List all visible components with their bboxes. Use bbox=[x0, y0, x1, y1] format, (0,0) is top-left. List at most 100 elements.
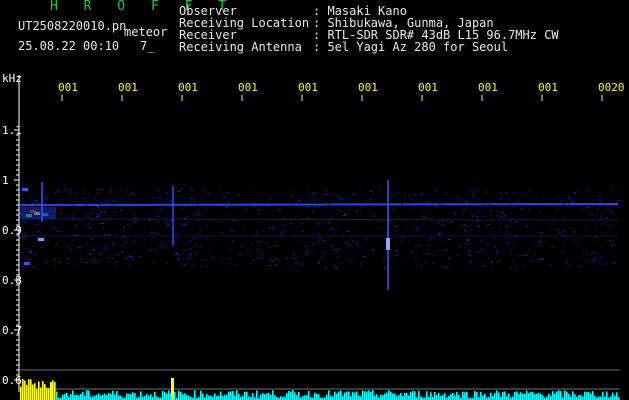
noise-speckle bbox=[123, 229, 126, 231]
histogram-bar bbox=[396, 396, 398, 400]
noise-speckle bbox=[87, 244, 90, 246]
noise-speckle bbox=[21, 204, 24, 206]
noise-speckle bbox=[492, 227, 495, 229]
noise-speckle bbox=[471, 189, 474, 191]
noise-speckle bbox=[490, 216, 493, 218]
noise-speckle bbox=[91, 212, 94, 214]
noise-speckle bbox=[28, 258, 31, 260]
histogram-bar bbox=[420, 396, 422, 400]
noise-speckle bbox=[127, 188, 130, 190]
histogram-bar bbox=[458, 394, 460, 400]
noise-speckle bbox=[165, 201, 168, 203]
noise-speckle bbox=[217, 190, 220, 192]
noise-speckle bbox=[491, 231, 494, 233]
histogram-bar bbox=[518, 394, 520, 400]
noise-speckle bbox=[204, 207, 207, 209]
noise-speckle bbox=[403, 196, 406, 198]
noise-speckle bbox=[209, 239, 212, 241]
noise-speckle bbox=[542, 258, 545, 260]
noise-speckle bbox=[216, 213, 219, 215]
noise-speckle bbox=[465, 200, 468, 202]
noise-speckle bbox=[60, 207, 63, 209]
noise-speckle bbox=[146, 203, 149, 205]
noise-speckle bbox=[599, 215, 602, 217]
noise-speckle bbox=[548, 229, 551, 231]
noise-speckle bbox=[513, 192, 516, 194]
noise-speckle bbox=[143, 244, 146, 246]
histogram-bar bbox=[328, 390, 330, 400]
noise-speckle bbox=[372, 215, 375, 217]
histogram-bar bbox=[326, 394, 328, 400]
histogram-bar bbox=[194, 390, 196, 400]
noise-speckle bbox=[78, 246, 81, 248]
noise-speckle bbox=[298, 240, 301, 242]
noise-speckle bbox=[318, 260, 321, 262]
noise-speckle bbox=[345, 242, 348, 244]
noise-speckle bbox=[149, 250, 152, 252]
noise-speckle bbox=[428, 239, 431, 241]
noise-speckle bbox=[132, 193, 135, 195]
histogram-bar bbox=[564, 390, 566, 400]
noise-speckle bbox=[107, 234, 110, 236]
noise-speckle bbox=[65, 196, 68, 198]
noise-speckle bbox=[567, 203, 570, 205]
noise-speckle bbox=[477, 225, 480, 227]
noise-speckle bbox=[308, 188, 311, 190]
noise-speckle bbox=[478, 227, 481, 229]
histogram-bar bbox=[318, 394, 320, 400]
noise-speckle bbox=[31, 201, 34, 203]
histogram-bar bbox=[334, 391, 336, 400]
y-unit-label: kHz bbox=[2, 72, 22, 85]
noise-speckle bbox=[518, 202, 521, 204]
noise-speckle bbox=[43, 203, 46, 205]
noise-speckle bbox=[489, 210, 492, 212]
noise-speckle bbox=[438, 234, 441, 236]
noise-speckle bbox=[275, 245, 278, 247]
noise-speckle bbox=[467, 240, 470, 242]
noise-speckle bbox=[558, 232, 561, 234]
histogram-bar bbox=[492, 396, 494, 400]
noise-speckle bbox=[612, 240, 615, 242]
noise-speckle bbox=[232, 240, 235, 242]
histogram-bar bbox=[434, 392, 436, 400]
noise-speckle bbox=[73, 216, 76, 218]
noise-speckle bbox=[96, 216, 99, 218]
noise-speckle bbox=[34, 200, 37, 202]
noise-speckle bbox=[212, 244, 215, 246]
histogram-bar bbox=[166, 393, 168, 400]
noise-speckle bbox=[415, 264, 418, 266]
noise-speckle bbox=[433, 198, 436, 200]
noise-speckle bbox=[306, 217, 309, 219]
noise-speckle bbox=[252, 188, 255, 190]
noise-speckle bbox=[117, 253, 120, 255]
histogram-bar bbox=[102, 394, 104, 400]
frequency-axis: kHz1.110.90.80.70.6 bbox=[2, 72, 22, 392]
noise-speckle bbox=[125, 193, 128, 195]
histogram-bar bbox=[366, 391, 368, 400]
histogram-bar bbox=[290, 391, 292, 400]
noise-speckle bbox=[169, 199, 172, 201]
histogram-bar bbox=[86, 390, 88, 400]
noise-speckle bbox=[313, 195, 316, 197]
noise-speckle bbox=[495, 252, 498, 254]
noise-speckle bbox=[54, 265, 57, 267]
noise-speckle bbox=[94, 257, 97, 259]
histogram-bar bbox=[534, 394, 536, 400]
noise-speckle bbox=[378, 203, 381, 205]
noise-speckle bbox=[110, 192, 113, 194]
noise-speckle bbox=[424, 201, 427, 203]
noise-speckle bbox=[539, 240, 542, 242]
noise-speckle bbox=[181, 249, 184, 251]
histogram-bar bbox=[352, 391, 354, 400]
histogram-bar bbox=[604, 396, 606, 400]
noise-speckle bbox=[430, 238, 433, 240]
noise-speckle bbox=[443, 249, 446, 251]
noise-speckle bbox=[120, 210, 123, 212]
noise-speckle bbox=[99, 259, 102, 261]
time-tick-label: 001 bbox=[418, 81, 438, 94]
noise-speckle bbox=[539, 241, 542, 243]
noise-speckle bbox=[111, 257, 114, 259]
histogram-bar bbox=[150, 394, 152, 400]
noise-speckle bbox=[338, 230, 341, 232]
noise-speckle bbox=[416, 227, 419, 229]
